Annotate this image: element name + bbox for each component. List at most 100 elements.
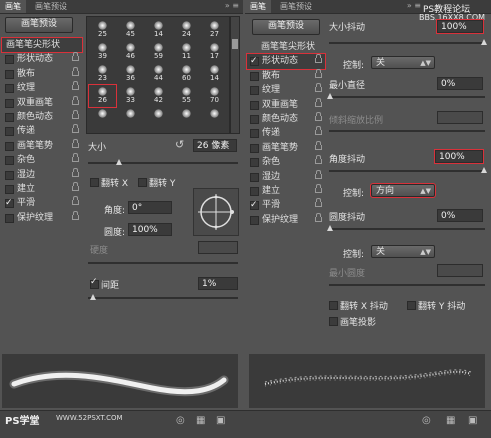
brush-tip-item[interactable]: 39 — [89, 41, 116, 63]
category-protect-texture[interactable]: 保护纹理 — [247, 212, 325, 227]
angle-jitter-slider[interactable] — [329, 167, 487, 173]
category-brush-tip-shape[interactable]: 画笔笔尖形状 — [1, 36, 83, 54]
tab-brush-presets[interactable]: 画笔预设 — [30, 0, 72, 13]
angle-jitter-field[interactable]: 100% — [434, 149, 484, 164]
checkbox[interactable] — [5, 98, 14, 108]
brush-tip-item[interactable]: 60 — [173, 63, 200, 85]
lock-icon[interactable] — [72, 66, 79, 76]
checkbox[interactable] — [5, 170, 14, 180]
lock-icon[interactable] — [315, 97, 322, 107]
lock-icon[interactable] — [72, 52, 79, 62]
brush-tip-item[interactable] — [89, 107, 116, 129]
hardness-field[interactable] — [198, 241, 238, 254]
category-shape-dynamics[interactable]: 形状动态 — [246, 53, 326, 70]
checkbox[interactable] — [250, 114, 259, 124]
brush-tip-item[interactable]: 14 — [145, 19, 172, 41]
brush-tip-item[interactable]: 44 — [145, 63, 172, 85]
brush-tip-item[interactable]: 36 — [117, 63, 144, 85]
checkbox[interactable] — [5, 55, 14, 65]
control-dropdown-2[interactable]: 方向 ▲▼ — [370, 183, 436, 198]
control-dropdown-1[interactable]: 关 ▲▼ — [371, 56, 435, 69]
category-shape-dynamics[interactable]: 形状动态 — [2, 52, 82, 66]
lock-icon[interactable] — [72, 109, 79, 119]
brush-tip-item[interactable] — [117, 107, 144, 129]
brush-tip-item[interactable]: 27 — [201, 19, 228, 41]
min-diameter-field[interactable]: 0% — [437, 77, 483, 90]
brush-tip-item[interactable]: 46 — [117, 41, 144, 63]
brush-tip-item[interactable] — [145, 107, 172, 129]
category-texture[interactable]: 纹理 — [2, 81, 82, 95]
lock-icon[interactable] — [315, 126, 322, 136]
brush-tip-item-selected[interactable]: 26 — [88, 84, 117, 108]
min-roundness-slider[interactable] — [329, 284, 485, 286]
angle-roundness-widget[interactable] — [193, 188, 239, 236]
checkbox[interactable] — [250, 186, 259, 196]
brush-tip-item[interactable]: 42 — [145, 85, 172, 107]
angle-field[interactable]: 0° — [128, 201, 172, 214]
lock-icon[interactable] — [315, 155, 322, 165]
spacing-checkbox[interactable] — [90, 277, 99, 289]
checkbox[interactable] — [5, 84, 14, 94]
checkbox[interactable] — [5, 127, 14, 137]
category-protect-texture[interactable]: 保护纹理 — [2, 210, 82, 225]
lock-icon[interactable] — [315, 140, 322, 150]
brush-tip-item[interactable] — [201, 107, 228, 129]
new-brush-icon[interactable]: ▣ — [468, 415, 477, 426]
tab-brush-presets[interactable]: 画笔预设 — [275, 0, 317, 13]
lock-icon[interactable] — [72, 124, 79, 134]
slider-knob[interactable] — [327, 225, 333, 231]
brush-tip-item[interactable]: 25 — [89, 19, 116, 41]
slider-knob[interactable] — [116, 159, 122, 165]
brush-tip-item[interactable]: 70 — [201, 85, 228, 107]
checkbox-checked[interactable] — [5, 196, 14, 210]
checkbox[interactable] — [250, 71, 259, 81]
lock-icon[interactable] — [315, 83, 322, 93]
grid-icon[interactable]: ▦ — [446, 415, 455, 426]
tilt-scale-slider[interactable] — [329, 130, 485, 132]
checkbox[interactable] — [5, 184, 14, 194]
checkbox[interactable] — [250, 158, 259, 168]
reset-size-icon[interactable]: ↺ — [175, 138, 184, 151]
brush-tip-item[interactable]: 59 — [145, 41, 172, 63]
checkbox[interactable] — [250, 100, 259, 110]
control-dropdown-3[interactable]: 关 ▲▼ — [371, 245, 435, 258]
brush-grid-scrollbar[interactable] — [230, 16, 240, 134]
checkbox[interactable] — [250, 129, 259, 139]
category-dual-brush[interactable]: 双重画笔 — [2, 95, 82, 110]
brush-tip-item[interactable] — [173, 107, 200, 129]
checkbox-checked[interactable] — [250, 198, 259, 212]
lock-icon[interactable] — [72, 167, 79, 177]
scroll-thumb[interactable] — [232, 39, 238, 49]
brush-tip-item[interactable]: 11 — [173, 41, 200, 63]
hardness-slider[interactable] — [88, 262, 238, 264]
category-transfer[interactable]: 传递 — [247, 126, 325, 140]
lock-icon[interactable] — [315, 111, 322, 121]
lock-icon[interactable] — [72, 196, 79, 206]
brush-tip-item[interactable]: 23 — [89, 63, 116, 85]
lock-icon[interactable] — [315, 54, 322, 64]
roundness-jitter-slider[interactable] — [327, 225, 485, 231]
category-scattering[interactable]: 散布 — [247, 68, 325, 83]
lock-icon[interactable] — [72, 153, 79, 163]
checkbox[interactable] — [5, 112, 14, 122]
category-brush-pose[interactable]: 画笔笔势 — [2, 138, 82, 153]
grid-icon[interactable]: ▦ — [196, 415, 205, 426]
spacing-field[interactable]: 1% — [198, 277, 238, 290]
brush-tip-item[interactable]: 17 — [201, 41, 228, 63]
slider-knob[interactable] — [481, 39, 487, 45]
toggle-live-tip-icon[interactable]: ◎ — [176, 415, 185, 426]
min-roundness-field[interactable] — [437, 264, 483, 277]
lock-icon[interactable] — [315, 212, 322, 222]
new-brush-icon[interactable]: ▣ — [216, 415, 225, 426]
category-brush-pose[interactable]: 画笔笔势 — [247, 140, 325, 155]
brush-tip-item[interactable]: 55 — [173, 85, 200, 107]
checkbox[interactable] — [5, 213, 14, 223]
panel-menu-icon[interactable]: » ≡ — [407, 1, 421, 10]
brush-tip-grid[interactable]: 25 45 14 24 27 39 46 59 11 17 23 36 44 60 14 26 33 42 55 70 — [86, 16, 230, 134]
brush-presets-button[interactable]: 画笔预设 — [5, 17, 73, 33]
lock-icon[interactable] — [315, 68, 322, 78]
category-transfer[interactable]: 传递 — [2, 124, 82, 138]
tab-brush[interactable]: 画笔 — [0, 0, 26, 13]
lock-icon[interactable] — [72, 138, 79, 148]
brush-presets-button[interactable]: 画笔预设 — [252, 19, 320, 35]
